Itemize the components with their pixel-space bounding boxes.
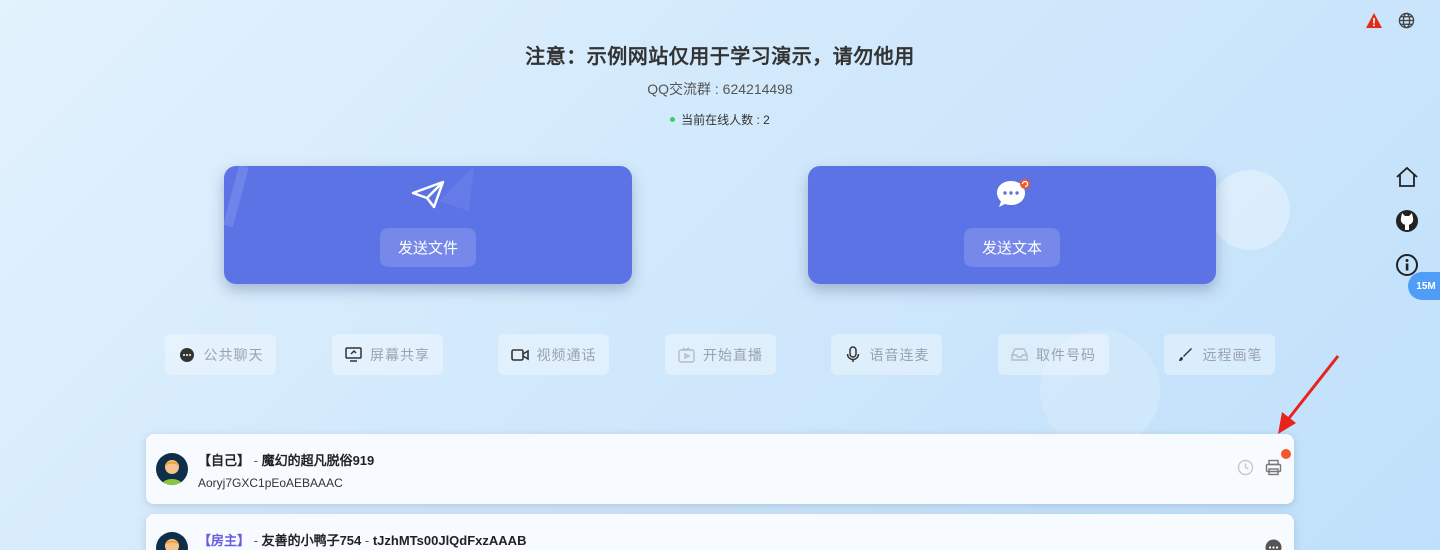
tool-label: 公共聊天: [203, 346, 264, 363]
tool-bar: 公共聊天 屏幕共享 视频通话 开始直播 语音连麦 取件号码 远程画笔: [165, 334, 1275, 375]
chat-bubble-icon: [997, 179, 1030, 207]
top-right-toolbar: [1364, 10, 1416, 30]
tool-video-call[interactable]: 视频通话: [498, 334, 609, 375]
send-file-button[interactable]: 发送文件: [379, 228, 477, 267]
tool-live-stream[interactable]: 开始直播: [664, 334, 776, 375]
page-title: 注意：示例网站仅用于学习演示，请勿他用: [525, 46, 915, 68]
separator: -: [250, 533, 262, 548]
user-role: 【房主】: [198, 533, 251, 548]
tool-public-chat[interactable]: 公共聊天: [165, 334, 276, 375]
more-icon[interactable]: [1264, 538, 1282, 550]
separator: -: [361, 533, 373, 548]
background-blob: [1210, 170, 1290, 250]
tool-label: 屏幕共享: [370, 346, 430, 363]
size-limit-badge[interactable]: 15M: [1408, 272, 1440, 300]
tool-screen-share[interactable]: 屏幕共享: [331, 334, 443, 375]
user-role: 【自己】: [198, 453, 251, 468]
paper-plane-icon: [411, 180, 445, 209]
user-actions: [1264, 538, 1282, 550]
screen-share-icon: [344, 346, 362, 364]
avatar: [156, 532, 188, 550]
send-text-button[interactable]: 发送文本: [963, 228, 1061, 267]
live-tv-icon: [677, 346, 695, 364]
notification-dot-icon: [1281, 449, 1291, 459]
user-actions: [1236, 449, 1291, 476]
printer-icon[interactable]: [1264, 449, 1291, 476]
tool-voice-mic[interactable]: 语音连麦: [831, 334, 942, 375]
tool-label: 取件号码: [1036, 346, 1096, 363]
avatar: [156, 453, 188, 485]
online-dot-icon: [670, 117, 676, 122]
user-title: 【自己】 - 魔幻的超凡脱俗919: [198, 450, 374, 469]
inbox-icon: [1010, 346, 1028, 364]
video-icon: [510, 346, 529, 364]
tool-label: 视频通话: [536, 346, 597, 363]
clock-icon[interactable]: [1236, 458, 1254, 476]
mic-icon: [844, 346, 862, 364]
online-count-text: 当前在线人数 : 2: [681, 113, 770, 127]
user-name: 魔幻的超凡脱俗919: [261, 453, 375, 468]
user-id: Aoryj7GXC1pEoAEBAAAC: [198, 476, 343, 490]
user-id: tJzhMTs00JlQdFxzAAAB: [372, 533, 527, 548]
tool-label: 语音连麦: [869, 346, 930, 363]
home-icon[interactable]: [1394, 164, 1420, 190]
online-count: 当前在线人数 : 2: [0, 111, 1440, 128]
tool-pickup-code[interactable]: 取件号码: [997, 334, 1109, 375]
red-arrow-annotation: [1278, 355, 1340, 434]
qq-group-text: QQ交流群 : 624214498: [647, 81, 793, 97]
tool-label: 开始直播: [703, 346, 763, 363]
github-cat-icon[interactable]: [1394, 208, 1420, 234]
chat-icon: [178, 346, 196, 364]
brush-icon: [1177, 346, 1195, 364]
side-toolbar: [1394, 164, 1420, 278]
warning-icon[interactable]: [1364, 10, 1384, 30]
send-text-card[interactable]: 发送文本: [808, 166, 1216, 284]
separator: -: [250, 453, 262, 468]
tool-label: 远程画笔: [1202, 346, 1263, 363]
user-card-self[interactable]: 【自己】 - 魔幻的超凡脱俗919 Aoryj7GXC1pEoAEBAAAC: [146, 434, 1294, 504]
page-header: 注意：示例网站仅用于学习演示，请勿他用 QQ交流群 : 624214498 当前…: [0, 40, 1440, 128]
globe-icon[interactable]: [1396, 10, 1416, 30]
user-title: 【房主】 - 友善的小鸭子754 - tJzhMTs00JlQdFxzAAAB: [198, 530, 526, 549]
send-file-card[interactable]: 发送文件: [224, 166, 632, 284]
user-name: 友善的小鸭子754: [261, 533, 362, 548]
tool-remote-brush[interactable]: 远程画笔: [1164, 334, 1275, 375]
user-card-host[interactable]: 【房主】 - 友善的小鸭子754 - tJzhMTs00JlQdFxzAAAB: [146, 514, 1294, 550]
